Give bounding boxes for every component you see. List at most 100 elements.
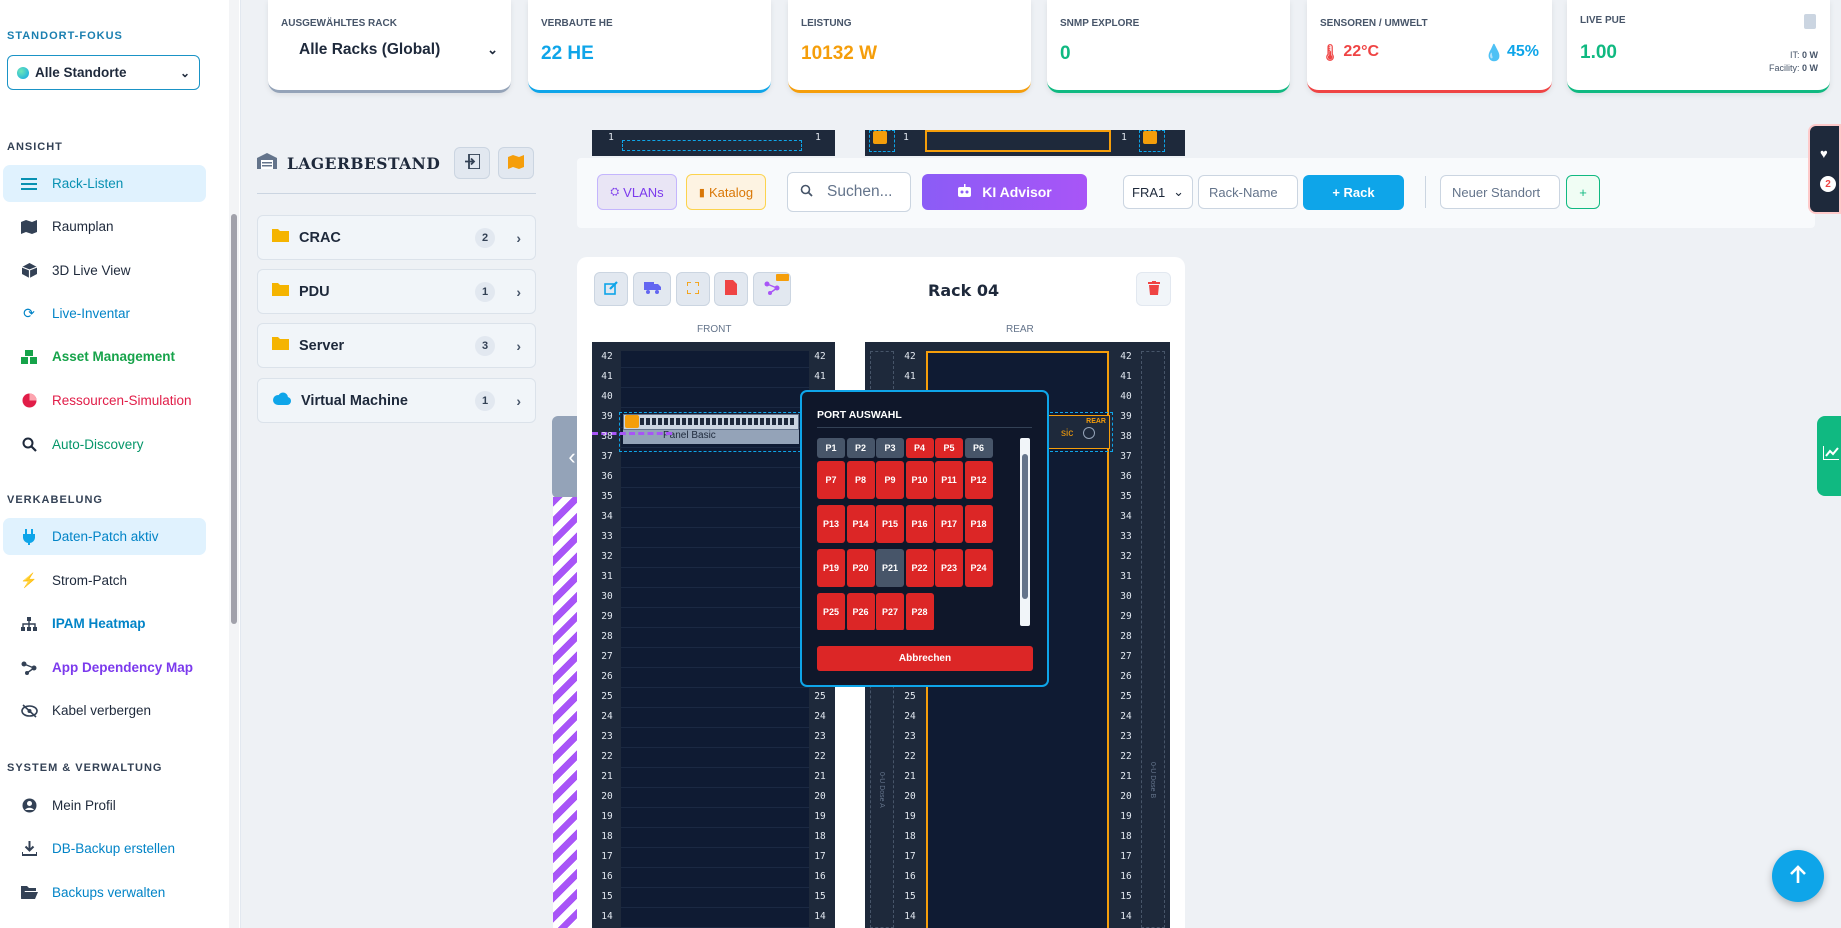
cloud-icon bbox=[272, 392, 291, 409]
port-button[interactable]: P2 bbox=[846, 438, 875, 458]
system-heading: SYSTEM & VERWALTUNG bbox=[7, 762, 163, 774]
sidebar-item-label: Rack-Listen bbox=[52, 176, 124, 191]
port-label: P26 bbox=[852, 606, 869, 617]
rack-unit-number: 38 bbox=[601, 431, 613, 442]
health-panel-toggle[interactable]: ♥ 2 bbox=[1808, 124, 1841, 214]
inventory-item-pdu[interactable]: PDU 1 › bbox=[257, 269, 536, 314]
topology-button[interactable] bbox=[753, 272, 791, 306]
stat-selected-rack[interactable]: AUSGEWÄHLTES RACK Alle Racks (Global) ⌄ bbox=[268, 0, 511, 93]
rack-peek-left: 1 1 bbox=[592, 130, 835, 156]
new-site-input[interactable]: Neuer Standort bbox=[1440, 175, 1560, 209]
rack-select[interactable]: Alle Racks (Global) ⌄ bbox=[281, 41, 498, 59]
inventory-item-virtual-machine[interactable]: Virtual Machine 1 › bbox=[257, 378, 536, 423]
export-pdf-button[interactable] bbox=[714, 272, 748, 306]
site-code-select[interactable]: FRA1 ⌄ bbox=[1123, 175, 1193, 209]
port-button[interactable]: P23 bbox=[935, 549, 963, 587]
port-scrollbar-thumb[interactable] bbox=[1022, 454, 1028, 599]
front-label: FRONT bbox=[697, 324, 732, 335]
port-button[interactable]: P18 bbox=[964, 505, 993, 543]
add-rack-button[interactable]: + Rack bbox=[1303, 175, 1404, 210]
pdu-strip-b[interactable]: 0-U Dose B bbox=[1141, 351, 1165, 928]
port-button[interactable]: P19 bbox=[817, 549, 845, 587]
sidebar-scrollbar-thumb[interactable] bbox=[231, 214, 237, 624]
sidebar-item-app-dependency-map[interactable]: App Dependency Map bbox=[3, 649, 206, 686]
rack-unit-number: 25 bbox=[904, 691, 916, 702]
add-rack-label: + Rack bbox=[1332, 185, 1375, 200]
folder-icon bbox=[272, 229, 289, 246]
port-button[interactable]: P21 bbox=[876, 549, 904, 587]
port-button[interactable]: P1 bbox=[817, 438, 845, 458]
scroll-to-top-button[interactable] bbox=[1772, 850, 1824, 902]
port-button[interactable]: P14 bbox=[846, 505, 875, 543]
port-button[interactable]: P15 bbox=[876, 505, 904, 543]
patch-panel-device[interactable] bbox=[623, 414, 799, 430]
port-scrollbar[interactable] bbox=[1020, 438, 1030, 626]
chevron-down-icon: ⌄ bbox=[179, 65, 190, 80]
cancel-button[interactable]: Abbrechen bbox=[817, 646, 1033, 671]
port-button[interactable]: P22 bbox=[905, 549, 934, 587]
sidebar-item-my-profile[interactable]: Mein Profil bbox=[3, 787, 206, 824]
add-site-button[interactable]: + bbox=[1566, 175, 1600, 209]
port-button[interactable]: P9 bbox=[876, 461, 904, 499]
rack-unit-number: 25 bbox=[601, 691, 613, 702]
sidebar-item-ipam-heatmap[interactable]: IPAM Heatmap bbox=[3, 605, 206, 642]
port-button[interactable]: P25 bbox=[817, 593, 845, 630]
map-view-button[interactable] bbox=[498, 147, 534, 179]
plug-icon bbox=[20, 528, 38, 546]
rack-unit-number: 42 bbox=[814, 351, 826, 362]
sidebar-item-db-backup[interactable]: DB-Backup erstellen bbox=[3, 830, 206, 867]
search-input[interactable]: Suchen... bbox=[787, 172, 911, 212]
port-button[interactable]: P4 bbox=[905, 438, 934, 458]
chart-panel-toggle[interactable] bbox=[1817, 416, 1841, 496]
port-button[interactable]: P8 bbox=[846, 461, 875, 499]
port-button[interactable]: P24 bbox=[964, 549, 993, 587]
catalog-button[interactable]: ▮ Katalog bbox=[686, 174, 766, 210]
ai-advisor-button[interactable]: KI Advisor bbox=[922, 174, 1087, 210]
port-button[interactable]: P16 bbox=[905, 505, 934, 543]
port-button[interactable]: P7 bbox=[817, 461, 845, 499]
rack-unit-number: 30 bbox=[1120, 591, 1132, 602]
port-button[interactable]: P27 bbox=[876, 593, 904, 630]
sidebar-item-hide-cables[interactable]: Kabel verbergen bbox=[3, 692, 206, 729]
rack-unit-number: 23 bbox=[1120, 731, 1132, 742]
inventory-item-crac[interactable]: CRAC 2 › bbox=[257, 215, 536, 260]
port-label: P11 bbox=[941, 474, 957, 485]
sidebar-item-3d-view[interactable]: 3D Live View bbox=[3, 252, 206, 289]
sidebar-item-rack-lists[interactable]: Rack-Listen bbox=[3, 165, 206, 202]
expand-button[interactable] bbox=[676, 272, 710, 306]
sidebar-item-manage-backups[interactable]: Backups verwalten bbox=[3, 874, 206, 911]
sidebar-item-floor-plan[interactable]: Raumplan bbox=[3, 208, 206, 245]
sidebar-item-resource-simulation[interactable]: Ressourcen-Simulation bbox=[3, 382, 206, 419]
port-button[interactable]: P5 bbox=[935, 438, 963, 458]
move-rack-button[interactable] bbox=[633, 272, 671, 306]
port-button[interactable]: P17 bbox=[935, 505, 963, 543]
rack-name-input[interactable]: Rack-Name bbox=[1198, 175, 1298, 209]
port-button[interactable]: P20 bbox=[846, 549, 875, 587]
sidebar-item-power-patch[interactable]: ⚡ Strom-Patch bbox=[3, 562, 206, 599]
port-button[interactable]: P13 bbox=[817, 505, 845, 543]
port-button[interactable]: P28 bbox=[905, 593, 934, 630]
port-button[interactable]: P26 bbox=[846, 593, 875, 630]
port-button[interactable]: P6 bbox=[964, 438, 993, 458]
site-select[interactable]: Alle Standorte ⌄ bbox=[7, 55, 200, 90]
edit-rack-button[interactable] bbox=[594, 272, 628, 306]
port-button[interactable]: P3 bbox=[876, 438, 904, 458]
cable-tray bbox=[553, 497, 578, 928]
delete-rack-button[interactable] bbox=[1136, 272, 1171, 306]
sitemap-icon: ⛭ bbox=[610, 185, 620, 198]
sidebar-item-auto-discovery[interactable]: Auto-Discovery bbox=[3, 426, 206, 463]
vlans-button[interactable]: ⛭ VLANs bbox=[597, 174, 677, 210]
inventory-item-server[interactable]: Server 3 › bbox=[257, 323, 536, 368]
sidebar-item-asset-management[interactable]: Asset Management bbox=[3, 338, 206, 375]
rack-unit-number: 41 bbox=[814, 371, 826, 382]
port-button[interactable]: P12 bbox=[964, 461, 993, 499]
port-button[interactable]: P11 bbox=[935, 461, 963, 499]
sidebar-item-live-inventory[interactable]: ⟳ Live-Inventar bbox=[3, 295, 206, 332]
pro-badge bbox=[776, 274, 789, 281]
import-button[interactable] bbox=[454, 147, 490, 179]
rack-unit-number: 32 bbox=[601, 551, 613, 562]
rack-unit-number: 31 bbox=[601, 571, 613, 582]
port-button[interactable]: P10 bbox=[905, 461, 934, 499]
sidebar-item-data-patch[interactable]: Daten-Patch aktiv bbox=[3, 518, 206, 555]
rack-unit-number: 21 bbox=[601, 771, 613, 782]
